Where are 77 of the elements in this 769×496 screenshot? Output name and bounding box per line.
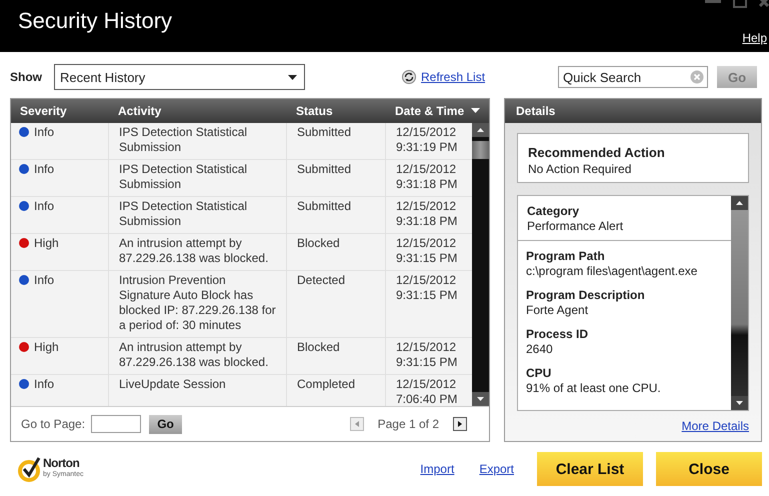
close-icon[interactable] <box>759 0 769 7</box>
detail-label: Program Description <box>526 288 646 303</box>
scroll-up-icon[interactable] <box>731 196 748 210</box>
page-indicator: Page 1 of 2 <box>378 417 439 431</box>
table-cell: IPS Detection Statistical Submission <box>109 160 287 196</box>
severity-text: Info <box>34 273 54 288</box>
table-cell-text: 12/15/2012 9:31:19 PM <box>395 124 458 156</box>
table-cell: An intrusion attempt by 87.229.26.138 was blocked. <box>109 338 287 374</box>
detail-value: Performance Alert <box>527 219 624 234</box>
detail-value: 2640 <box>526 342 554 357</box>
column-header[interactable]: Date & Time <box>386 104 472 118</box>
table-cell-text: 12/15/2012 9:31:18 PM <box>395 198 458 230</box>
table-cell-text: 12/15/2012 9:31:18 PM <box>395 161 458 193</box>
column-header[interactable]: Severity <box>11 104 109 118</box>
clear-list-button[interactable]: Clear List <box>537 452 643 486</box>
table-cell-text: 12/15/2012 9:31:15 PM <box>395 339 458 371</box>
table-cell: Submitted <box>287 197 386 233</box>
recommended-title: Recommended Action <box>528 145 666 160</box>
detail-value: c:\program files\agent\agent.exe <box>526 264 698 279</box>
go-button[interactable]: Go <box>149 414 182 434</box>
table-cell: Blocked <box>287 234 386 270</box>
severity-text: Info <box>34 162 54 177</box>
scrollbar[interactable] <box>731 196 748 410</box>
show-label: Show <box>10 70 43 84</box>
detail-value: 91% of at least one CPU. <box>526 381 662 396</box>
refresh-icon[interactable] <box>402 70 416 84</box>
sort-icon[interactable] <box>471 108 480 113</box>
table-cell: An intrusion attempt by 87.229.26.138 was blocked. <box>109 234 287 270</box>
table-cell: Detected <box>287 271 386 337</box>
help-link[interactable]: Help <box>742 31 767 45</box>
table-cell: Completed <box>287 375 386 406</box>
previous-page-icon[interactable] <box>350 417 364 431</box>
logo-text: Norton <box>43 458 80 469</box>
table-cell: IPS Detection Statistical Submission <box>109 123 287 159</box>
table-cell: LiveUpdate Session <box>109 375 287 406</box>
table-cell: Blocked <box>287 338 386 374</box>
scroll-down-icon[interactable] <box>472 392 489 406</box>
window-title: Security History <box>18 8 172 34</box>
scrollbar[interactable] <box>472 123 489 406</box>
minimize-icon[interactable] <box>705 0 721 6</box>
next-page-icon[interactable] <box>453 417 467 431</box>
table-cell-text: 12/15/2012 7:06:40 PM <box>395 376 458 406</box>
page-field[interactable] <box>91 415 142 433</box>
severity-text: High <box>34 236 59 251</box>
maximize-icon[interactable] <box>733 0 747 8</box>
scroll-thumb[interactable] <box>472 141 489 159</box>
close-button[interactable]: Close <box>656 452 762 486</box>
severity-text: Info <box>34 199 54 214</box>
table-cell: IPS Detection Statistical Submission <box>109 197 287 233</box>
column-header[interactable]: Activity <box>109 104 287 118</box>
detail-label: Program Path <box>526 249 606 264</box>
show-dropdown[interactable]: Recent History <box>54 64 305 90</box>
table-cell-text: 12/15/2012 9:31:15 PM <box>395 272 458 304</box>
severity-text: Info <box>34 377 54 392</box>
severity-text: Info <box>34 125 54 140</box>
column-header[interactable]: Status <box>287 104 386 118</box>
export-link[interactable]: Export <box>479 462 514 476</box>
go-to-page-label: Go to Page: <box>21 417 86 431</box>
severity-text: High <box>34 340 59 355</box>
detail-value: Forte Agent <box>526 303 590 318</box>
search-field[interactable]: Quick Search <box>558 66 708 88</box>
import-link[interactable]: Import <box>420 462 454 476</box>
detail-label: CPU <box>526 366 552 381</box>
detail-label: Category <box>527 204 580 219</box>
scroll-down-icon[interactable] <box>731 396 748 410</box>
table-cell: Submitted <box>287 160 386 196</box>
details-header: Details <box>505 99 761 123</box>
table-cell: Submitted <box>287 123 386 159</box>
checkmark-logo-icon <box>18 456 42 482</box>
table-cell: Intrusion Prevention Signature Auto Block has blocked IP: 87.229.26.138 for a period of: 30 minutes <box>109 271 287 337</box>
scroll-up-icon[interactable] <box>472 123 489 137</box>
table-cell-text: 12/15/2012 9:31:15 PM <box>395 235 458 267</box>
recommended-value: No Action Required <box>528 162 632 176</box>
more-details-link[interactable]: More Details <box>682 419 749 433</box>
refresh-link[interactable]: Refresh List <box>421 70 486 84</box>
detail-label: Process ID <box>526 327 590 342</box>
caret-icon <box>288 74 297 80</box>
